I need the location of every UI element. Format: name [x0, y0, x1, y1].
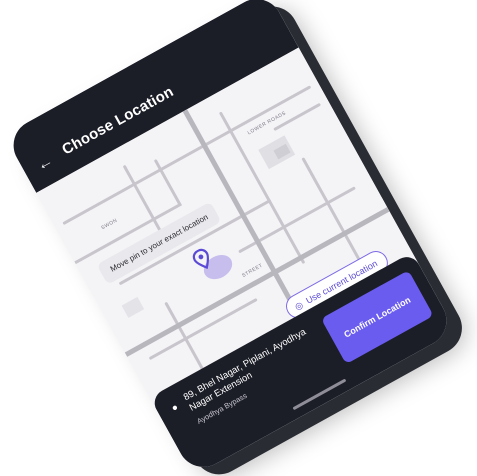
- phone-mockup: ← Choose Location SWON LOWER ROADS STREE…: [4, 0, 456, 476]
- back-arrow-icon[interactable]: ←: [34, 151, 58, 175]
- location-marker-icon: ●: [169, 401, 181, 415]
- home-indicator: [292, 378, 347, 411]
